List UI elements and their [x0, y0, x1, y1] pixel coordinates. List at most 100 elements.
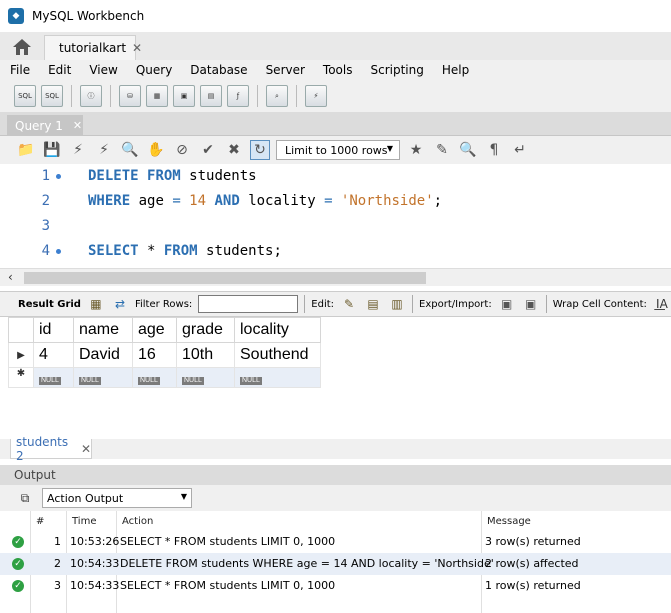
menu-bar: File Edit View Query Database Server Too… [0, 60, 671, 80]
add-snippet-icon[interactable]: ★ [406, 140, 426, 160]
sql-editor-toolbar: 📁 💾 ⚡ ⚡ 🔍 ✋ ⊘ ✔ ✖ ↻ Limit to 1000 rows ▼… [0, 136, 671, 164]
column-header-locality[interactable]: locality [234, 317, 321, 343]
word-wrap-icon[interactable]: ↵ [510, 140, 530, 160]
column-header-id[interactable]: id [33, 317, 74, 343]
column-header-message[interactable]: Message [487, 511, 531, 531]
delete-row-icon[interactable]: ▥ [388, 296, 406, 312]
close-icon[interactable]: ✕ [73, 119, 82, 132]
new-row[interactable]: ✱ NULL NULL NULL NULL NULL [8, 367, 321, 388]
scroll-left-icon[interactable]: ‹ [8, 270, 13, 284]
execute-icon[interactable]: ⚡ [68, 140, 88, 160]
open-file-icon[interactable]: 📁 [16, 140, 36, 160]
column-header-age[interactable]: age [132, 317, 177, 343]
table-row[interactable]: ▶ 4 David 16 10th Southend [8, 342, 321, 368]
commit-icon[interactable]: ✔ [198, 140, 218, 160]
create-table-icon[interactable]: ▦ [146, 85, 168, 107]
cell-age[interactable]: 16 [132, 342, 177, 368]
new-cell-name[interactable]: NULL [73, 367, 133, 388]
output-panel-header: Output [0, 465, 671, 485]
stop-icon[interactable]: ✋ [146, 140, 166, 160]
scrollbar-thumb[interactable] [24, 272, 426, 284]
inspector-icon[interactable]: ⓘ [80, 85, 102, 107]
cell-locality[interactable]: Southend [234, 342, 321, 368]
success-check-icon: ✓ [12, 580, 24, 592]
explain-icon[interactable]: 🔍 [120, 140, 140, 160]
output-title: Output [14, 468, 56, 482]
invisible-chars-icon[interactable]: ¶ [484, 140, 504, 160]
find-icon[interactable]: 🔍 [458, 140, 478, 160]
grid-layout-icon[interactable]: ▦ [87, 296, 105, 312]
cell-grade[interactable]: 10th [176, 342, 235, 368]
menu-file[interactable]: File [0, 63, 38, 77]
wrap-cell-icon[interactable]: I͟A [653, 296, 671, 312]
save-icon[interactable]: 💾 [42, 140, 62, 160]
open-sql-script-icon[interactable]: SQL [41, 85, 63, 107]
column-header-name[interactable]: name [73, 317, 133, 343]
create-view-icon[interactable]: ▣ [173, 85, 195, 107]
close-icon[interactable]: ✕ [132, 41, 142, 55]
refresh-icon[interactable]: ⇄ [111, 296, 129, 312]
edit-row-icon[interactable]: ✎ [340, 296, 358, 312]
column-header-time[interactable]: Time [72, 511, 96, 531]
output-message: 1 row(s) returned [485, 579, 581, 592]
output-num: 3 [54, 579, 61, 592]
create-procedure-icon[interactable]: ▤ [200, 85, 222, 107]
menu-view[interactable]: View [79, 63, 125, 77]
filter-rows-input[interactable] [198, 295, 299, 313]
autocommit-icon[interactable]: ↻ [250, 140, 270, 160]
home-icon[interactable] [12, 38, 32, 56]
add-row-icon[interactable]: ▤ [364, 296, 382, 312]
table-row[interactable]: ✓ 1 10:53:26 SELECT * FROM students LIMI… [0, 531, 671, 553]
menu-server[interactable]: Server [256, 63, 313, 77]
output-action: SELECT * FROM students LIMIT 0, 1000 [120, 579, 336, 592]
code-text: SELECT * FROM students; [88, 243, 282, 259]
new-sql-tab-icon[interactable]: SQL [14, 85, 36, 107]
column-header-grade[interactable]: grade [176, 317, 235, 343]
table-header-row: id name age grade locality [8, 317, 321, 343]
line-number: 4 [41, 243, 50, 259]
create-schema-icon[interactable]: ⛁ [119, 85, 141, 107]
copy-icon[interactable]: ⧉ [16, 490, 34, 506]
menu-help[interactable]: Help [432, 63, 477, 77]
new-cell-grade[interactable]: NULL [176, 367, 235, 388]
menu-database[interactable]: Database [180, 63, 255, 77]
main-toolbar: SQL SQL ⓘ ⛁ ▦ ▣ ▤ ƒ ⌕ ⚡ [0, 80, 671, 112]
create-function-icon[interactable]: ƒ [227, 85, 249, 107]
rollback-icon[interactable]: ✖ [224, 140, 244, 160]
query-tab[interactable]: Query 1 ✕ [7, 115, 83, 136]
column-header-action[interactable]: Action [122, 511, 153, 531]
import-icon[interactable]: ▣ [522, 296, 540, 312]
result-grid-label[interactable]: Result Grid [18, 299, 81, 310]
table-row[interactable]: ✓ 3 10:54:33 SELECT * FROM students LIMI… [0, 575, 671, 597]
new-cell-locality[interactable]: NULL [234, 367, 321, 388]
column-header-num[interactable]: # [36, 511, 44, 531]
new-cell-age[interactable]: NULL [132, 367, 177, 388]
new-cell-id[interactable]: NULL [33, 367, 74, 388]
result-tab[interactable]: students 2 ✕ [10, 435, 92, 463]
execute-current-icon[interactable]: ⚡ [94, 140, 114, 160]
limit-rows-select[interactable]: Limit to 1000 rows ▼ [276, 140, 400, 160]
toggle-error-stop-icon[interactable]: ⊘ [172, 140, 192, 160]
mysql-workbench-icon: ◆ [8, 8, 24, 24]
menu-scripting[interactable]: Scripting [360, 63, 431, 77]
editor-horizontal-scrollbar[interactable]: ‹ [0, 268, 671, 286]
table-row[interactable]: ✓ 2 10:54:33 DELETE FROM students WHERE … [0, 553, 671, 575]
export-import-label: Export/Import: [419, 298, 492, 310]
menu-edit[interactable]: Edit [38, 63, 79, 77]
close-icon[interactable]: ✕ [81, 442, 91, 456]
cell-id[interactable]: 4 [33, 342, 74, 368]
sql-editor[interactable]: 1 DELETE FROM students 2 WHERE age = 14 … [0, 164, 671, 268]
code-text: WHERE age = 14 AND locality = 'Northside… [88, 193, 443, 209]
connection-tab[interactable]: tutorialkart ✕ [44, 35, 142, 60]
window-title: MySQL Workbench [32, 9, 145, 23]
menu-query[interactable]: Query [126, 63, 180, 77]
export-icon[interactable]: ▣ [498, 296, 516, 312]
cell-name[interactable]: David [73, 342, 133, 368]
success-check-icon: ✓ [12, 558, 24, 570]
output-message: 3 row(s) returned [485, 535, 581, 548]
output-type-select[interactable]: Action Output ▼ [42, 488, 192, 508]
beautify-icon[interactable]: ✎ [432, 140, 452, 160]
menu-tools[interactable]: Tools [313, 63, 361, 77]
reconnect-icon[interactable]: ⚡ [305, 85, 327, 107]
search-table-data-icon[interactable]: ⌕ [266, 85, 288, 107]
